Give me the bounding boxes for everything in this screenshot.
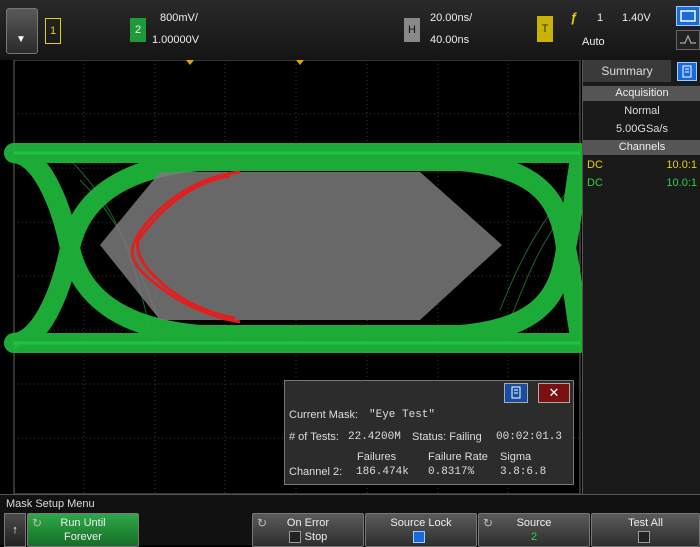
failure-rate-column-header: Failure Rate: [428, 451, 488, 463]
softkey-bar: Mask Setup Menu ↑ ↻ Run Until Forever ↻ …: [0, 494, 700, 547]
on-error-softkey[interactable]: ↻ On Error Stop: [252, 513, 364, 547]
channel-2-coupling: DC: [587, 177, 603, 189]
tests-value: 22.4200M: [348, 431, 401, 443]
channel-1-indicator[interactable]: 1: [45, 18, 61, 44]
on-error-checkbox[interactable]: [288, 531, 301, 544]
test-status: Status: Failing: [412, 431, 482, 443]
test-all-checkbox[interactable]: [637, 531, 650, 544]
source-softkey[interactable]: ↻ Source 2: [478, 513, 590, 547]
waveform-mode-icon[interactable]: [676, 30, 700, 50]
trigger-edge-icon: ƒ: [570, 10, 578, 25]
dialog-list-icon[interactable]: [504, 383, 528, 403]
test-all-label: Test All: [628, 517, 663, 529]
source-lock-toggle-row: [366, 531, 476, 544]
channel-1-probe: 10.0:1: [666, 159, 697, 171]
elapsed-time: 00:02:01.3: [496, 431, 563, 443]
source-lock-checkbox[interactable]: [413, 531, 425, 544]
source-label: Source: [516, 517, 552, 529]
panel-list-icon[interactable]: [677, 62, 697, 81]
mask-test-dialog: ✕ Current Mask: "Eye Test" # of Tests: 2…: [284, 380, 574, 485]
source-value: 2: [530, 531, 538, 543]
run-until-softkey[interactable]: ↻ Run Until Forever: [27, 513, 139, 547]
channel-row-label: Channel 2:: [289, 466, 343, 478]
test-all-toggle-row: [592, 531, 699, 544]
chevron-down-icon: ▼: [16, 34, 26, 45]
trigger-mode: Auto: [582, 36, 605, 48]
run-until-label: Run Until: [60, 517, 106, 529]
failures-column-header: Failures: [357, 451, 397, 463]
source-lock-label: Source Lock: [390, 517, 452, 529]
timebase-value: 20.00ns/: [430, 12, 473, 24]
display-mode-icon[interactable]: [676, 6, 700, 26]
tab-summary[interactable]: Summary: [583, 60, 671, 82]
source-lock-softkey[interactable]: Source Lock: [365, 513, 477, 547]
channel-2-scale: 800mV/: [160, 12, 198, 24]
horizontal-indicator[interactable]: H: [404, 18, 420, 42]
channel-1-coupling: DC: [587, 159, 603, 171]
summary-panel: Summary Acquisition Normal 5.00GSa/s Cha…: [582, 60, 700, 494]
trigger-indicator[interactable]: T: [537, 16, 553, 42]
channels-header: Channels: [583, 140, 700, 155]
channel-2-offset: 1.00000V: [152, 34, 200, 46]
delay-value: 40.00ns: [430, 34, 470, 46]
trigger-level: 1.40V: [622, 12, 651, 24]
sigma-column-header: Sigma: [500, 451, 532, 463]
channel-2-probe: 10.0:1: [666, 177, 697, 189]
back-button[interactable]: ↑: [4, 513, 26, 547]
sigma-value: 3.8:6.8: [500, 466, 547, 478]
acquisition-header: Acquisition: [583, 86, 700, 101]
current-mask-value: "Eye Test": [369, 409, 436, 421]
tests-label: # of Tests:: [289, 431, 339, 443]
top-status-bar: ▼ 1 2 800mV/ 1.00000V H 20.00ns/ 40.00ns…: [0, 0, 700, 61]
current-mask-label: Current Mask:: [289, 409, 359, 421]
failures-value: 186.474k: [356, 466, 409, 478]
acquisition-mode: Normal: [624, 105, 660, 117]
on-error-label: On Error: [286, 517, 330, 529]
sample-rate: 5.00GSa/s: [616, 123, 668, 135]
run-until-value: Forever: [64, 531, 102, 543]
channel-2-indicator[interactable]: 2: [130, 18, 146, 42]
main-menu-button[interactable]: ▼: [6, 8, 38, 54]
failure-rate-value: 0.8317%: [428, 466, 475, 478]
trigger-source: 1: [597, 12, 604, 24]
close-icon[interactable]: ✕: [538, 383, 570, 403]
menu-title: Mask Setup Menu: [6, 498, 95, 510]
eye-test-mask: [100, 172, 502, 320]
on-error-value: Stop: [304, 531, 328, 543]
on-error-value-row: Stop: [253, 531, 363, 544]
test-all-softkey[interactable]: Test All: [591, 513, 700, 547]
